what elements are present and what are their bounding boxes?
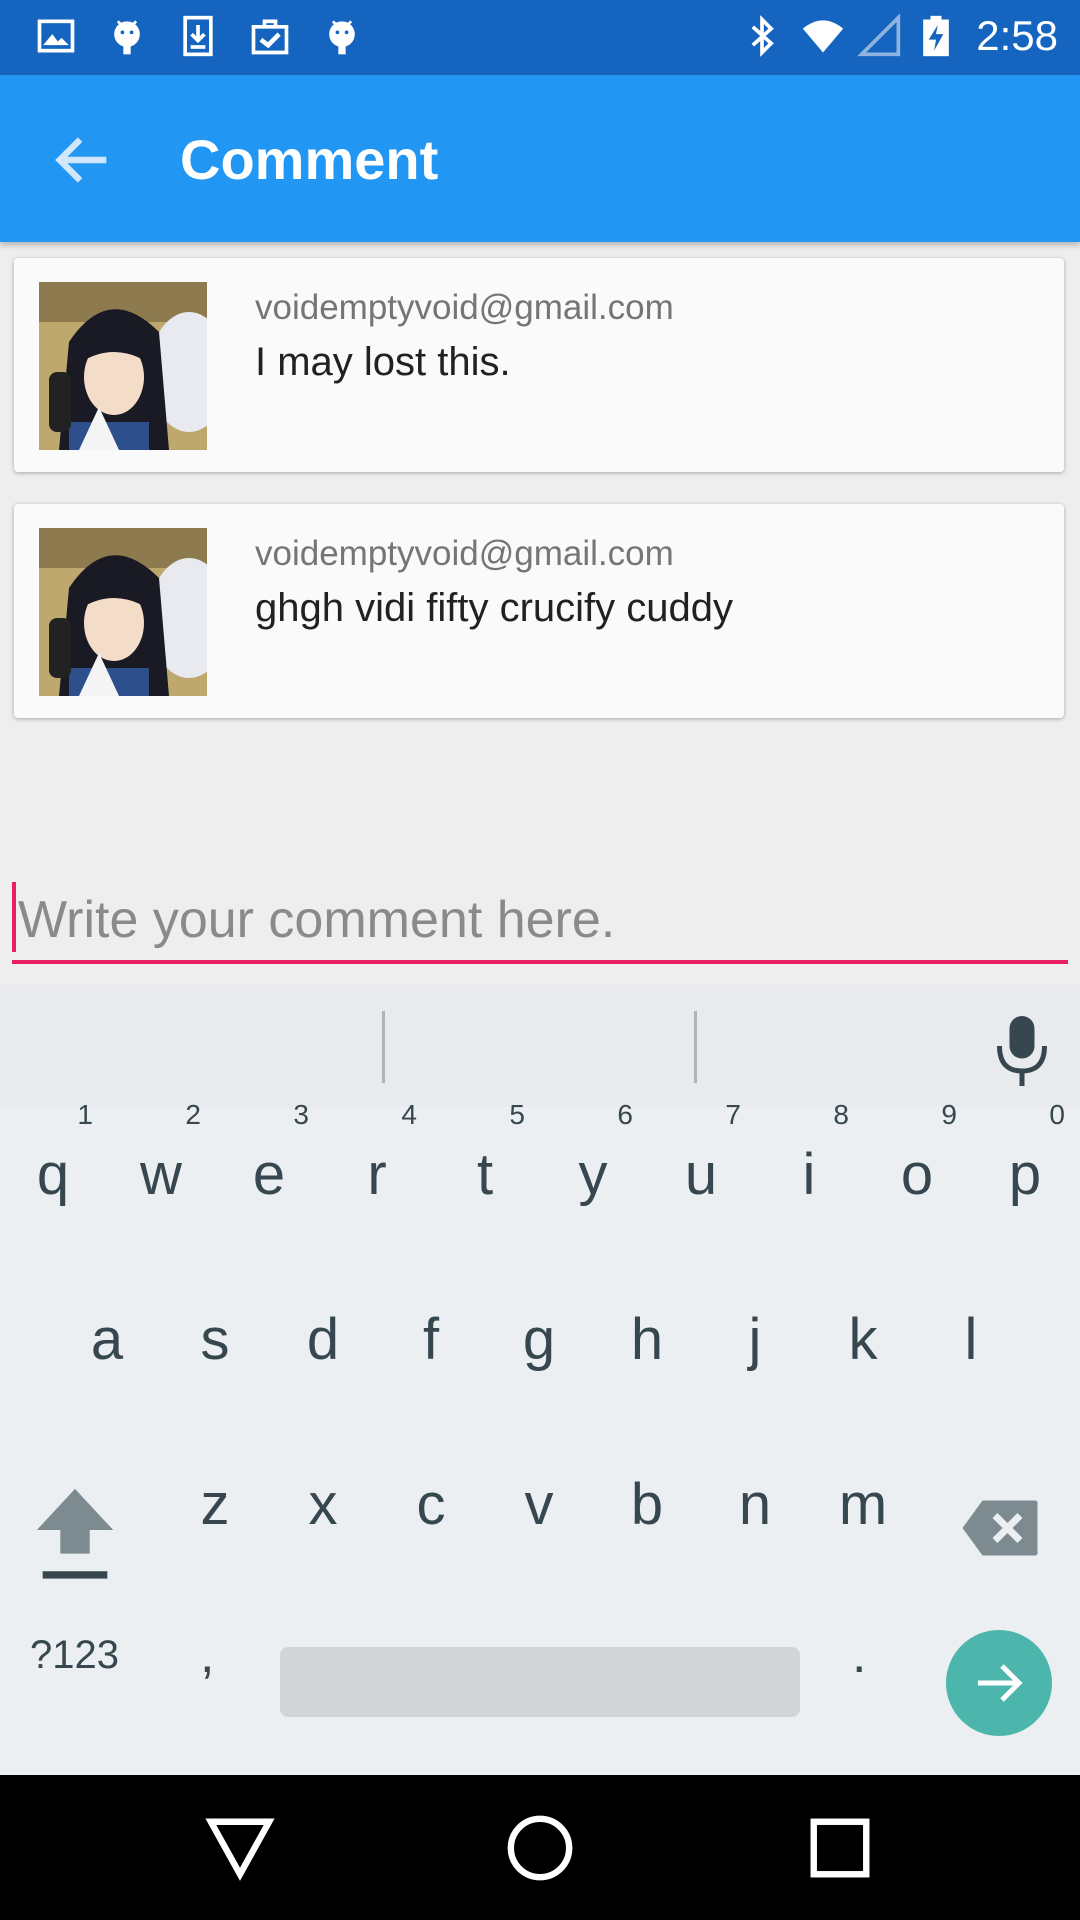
avatar [39, 528, 207, 696]
comment-input[interactable] [12, 880, 1068, 964]
status-time: 2:58 [976, 12, 1058, 59]
android-icon [329, 20, 355, 55]
key-p[interactable]: p0 [975, 1100, 1075, 1230]
soft-keyboard: q1 w2 e3 r4 t5 y6 u7 i8 o9 p0 a s d f g … [0, 985, 1080, 1775]
key-g[interactable]: g [489, 1285, 589, 1395]
download-icon [183, 15, 213, 57]
back-arrow-icon[interactable] [48, 125, 118, 195]
suggestion-strip [0, 985, 1080, 1107]
text-cursor [12, 882, 16, 952]
suggestion-divider [382, 1011, 385, 1083]
comment-text: I may lost this. [255, 340, 511, 384]
navigation-bar [0, 1775, 1080, 1920]
key-l[interactable]: l [921, 1285, 1021, 1395]
image-icon [37, 19, 75, 53]
backspace-icon[interactable] [960, 1493, 1040, 1563]
space-key[interactable] [280, 1647, 800, 1717]
key-o[interactable]: o9 [867, 1100, 967, 1230]
key-r[interactable]: r4 [327, 1100, 427, 1230]
status-bar: 2:58 [0, 0, 1080, 75]
key-d[interactable]: d [273, 1285, 373, 1395]
key-m[interactable]: m [813, 1450, 913, 1560]
comment-author-email: voidemptyvoid@gmail.com [255, 288, 674, 327]
app-bar: Comment [0, 75, 1080, 242]
key-j[interactable]: j [705, 1285, 805, 1395]
clipboard-check-icon [251, 19, 289, 55]
comment-card: voidemptyvoid@gmail.com I may lost this. [14, 258, 1064, 472]
key-s[interactable]: s [165, 1285, 265, 1395]
suggestion-divider [694, 1011, 697, 1083]
page-title: Comment [180, 128, 439, 191]
key-f[interactable]: f [381, 1285, 481, 1395]
key-k[interactable]: k [813, 1285, 913, 1395]
shift-key-icon[interactable] [30, 1483, 120, 1583]
period-key[interactable]: . [852, 1625, 866, 1685]
symbols-key[interactable]: ?123 [30, 1633, 119, 1678]
mic-icon[interactable] [992, 1013, 1052, 1089]
enter-key[interactable] [946, 1630, 1052, 1736]
avatar-image [39, 528, 207, 696]
bluetooth-icon [751, 15, 774, 57]
key-z[interactable]: z [165, 1450, 265, 1560]
nav-recents-icon[interactable] [805, 1813, 875, 1883]
key-u[interactable]: u7 [651, 1100, 751, 1230]
nav-home-icon[interactable] [505, 1813, 575, 1883]
key-v[interactable]: v [489, 1450, 589, 1560]
key-c[interactable]: c [381, 1450, 481, 1560]
key-x[interactable]: x [273, 1450, 373, 1560]
key-n[interactable]: n [705, 1450, 805, 1560]
key-i[interactable]: i8 [759, 1100, 859, 1230]
key-a[interactable]: a [57, 1285, 157, 1395]
key-t[interactable]: t5 [435, 1100, 535, 1230]
key-w[interactable]: w2 [111, 1100, 211, 1230]
signal-icon [857, 14, 901, 57]
avatar-image [39, 282, 207, 450]
key-b[interactable]: b [597, 1450, 697, 1560]
arrow-right-icon [978, 1664, 1023, 1702]
android-icon [114, 20, 140, 55]
comma-key[interactable]: , [200, 1625, 214, 1685]
nav-back-icon[interactable] [205, 1813, 275, 1883]
wifi-icon [802, 20, 844, 53]
key-y[interactable]: y6 [543, 1100, 643, 1230]
key-e[interactable]: e3 [219, 1100, 319, 1230]
comment-card: voidemptyvoid@gmail.com ghgh vidi fifty … [14, 504, 1064, 718]
key-h[interactable]: h [597, 1285, 697, 1395]
key-q[interactable]: q1 [3, 1100, 103, 1230]
avatar [39, 282, 207, 450]
battery-charging-icon [923, 15, 949, 57]
comment-author-email: voidemptyvoid@gmail.com [255, 534, 674, 573]
comment-text: ghgh vidi fifty crucify cuddy [255, 586, 733, 630]
